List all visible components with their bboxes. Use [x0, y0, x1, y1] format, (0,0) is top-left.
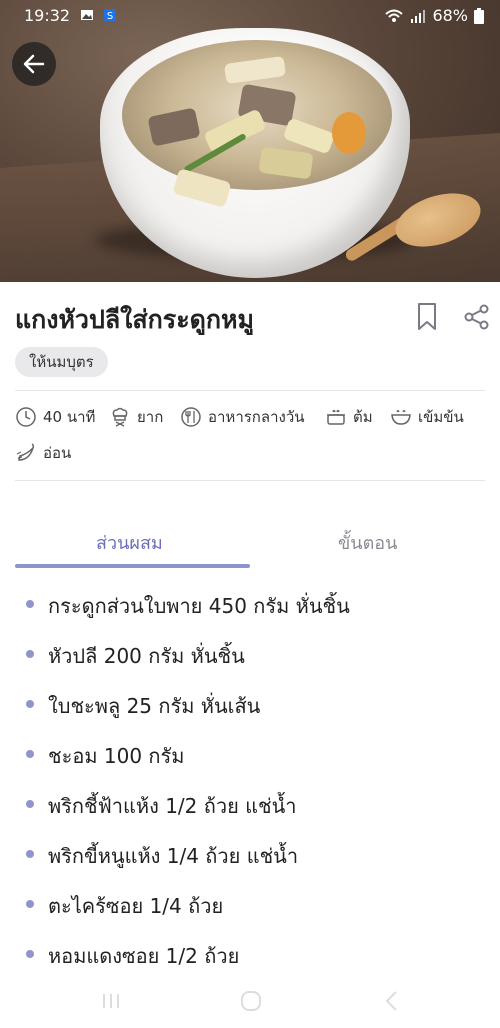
chef-hat-icon	[112, 407, 128, 427]
ingredient-text: หอมแดงซอย 1/2 ถ้วย	[48, 944, 240, 968]
tab-ingredients[interactable]: ส่วนผสม	[96, 528, 163, 557]
meta-difficulty: ยาก	[109, 404, 163, 430]
tab-steps[interactable]: ขั้นตอน	[338, 528, 397, 557]
meta-meal-label: อาหารกลางวัน	[208, 408, 305, 426]
battery-icon	[474, 7, 484, 24]
bookmark-icon[interactable]	[416, 302, 438, 332]
meta-difficulty-label: ยาก	[137, 408, 164, 426]
meta-meal: อาหารกลางวัน	[180, 404, 305, 430]
meta-time: 40 นาที	[15, 404, 95, 430]
back-button[interactable]	[12, 42, 56, 86]
divider	[15, 480, 485, 481]
ingredient-text: ตะไคร้ซอย 1/4 ถ้วย	[48, 894, 224, 918]
bullet	[26, 950, 34, 958]
meta-spice-label: อ่อน	[43, 444, 72, 462]
bullet	[26, 900, 34, 908]
plate-utensils-icon	[181, 407, 201, 427]
chili-icon	[16, 443, 35, 461]
signal-icon	[411, 9, 426, 23]
meta-method-label: ต้ม	[353, 408, 373, 426]
bullet	[26, 650, 34, 658]
ingredient-text: หัวปลี 200 กรัม หั่นชิ้น	[48, 644, 245, 668]
meta-spice: อ่อน	[15, 440, 71, 466]
bowl-icon	[391, 409, 411, 425]
wifi-icon	[385, 9, 404, 22]
pot-icon	[327, 409, 345, 425]
ingredient-text: พริกชี้ฟ้าแห้ง 1/2 ถ้วย แช่น้ำ	[48, 794, 297, 818]
recent-apps-icon[interactable]	[100, 992, 122, 1010]
system-nav-bar	[0, 980, 500, 1028]
meta-texture: เข้มข้น	[390, 404, 464, 430]
ingredient-text: ชะอม 100 กรัม	[48, 744, 185, 768]
svg-text:S: S	[107, 11, 113, 22]
back-nav-icon[interactable]	[384, 990, 400, 1012]
battery-percent: 68%	[432, 6, 468, 25]
recipe-hero-image	[0, 0, 500, 282]
app-notification-icon: S	[104, 9, 116, 22]
meta-method: ต้ม	[325, 404, 373, 430]
ingredient-text: ใบชะพลู 25 กรัม หั่นเส้น	[48, 694, 261, 718]
ingredient-text: กระดูกส่วนใบพาย 450 กรัม หั่นชิ้น	[48, 594, 350, 618]
tag-badge[interactable]: ให้นมบุตร	[15, 347, 108, 377]
meta-time-label: 40 นาที	[43, 408, 96, 426]
share-icon[interactable]	[464, 304, 490, 330]
active-tab-indicator	[15, 564, 250, 568]
divider	[15, 390, 485, 391]
home-icon[interactable]	[240, 990, 262, 1012]
arrow-left-icon	[23, 54, 45, 74]
bullet	[26, 700, 34, 708]
bullet	[26, 750, 34, 758]
clock-icon	[16, 407, 36, 427]
bullet	[26, 850, 34, 858]
status-time: 19:32	[24, 6, 71, 25]
meta-texture-label: เข้มข้น	[418, 408, 464, 426]
bullet	[26, 600, 34, 608]
recipe-title: แกงหัวปลีใส่กระดูกหมู	[15, 305, 254, 334]
ingredient-text: พริกขี้หนูแห้ง 1/4 ถ้วย แช่น้ำ	[48, 844, 299, 868]
bullet	[26, 800, 34, 808]
gallery-icon	[81, 10, 93, 20]
status-bar: 19:32 S 68%	[0, 0, 500, 32]
